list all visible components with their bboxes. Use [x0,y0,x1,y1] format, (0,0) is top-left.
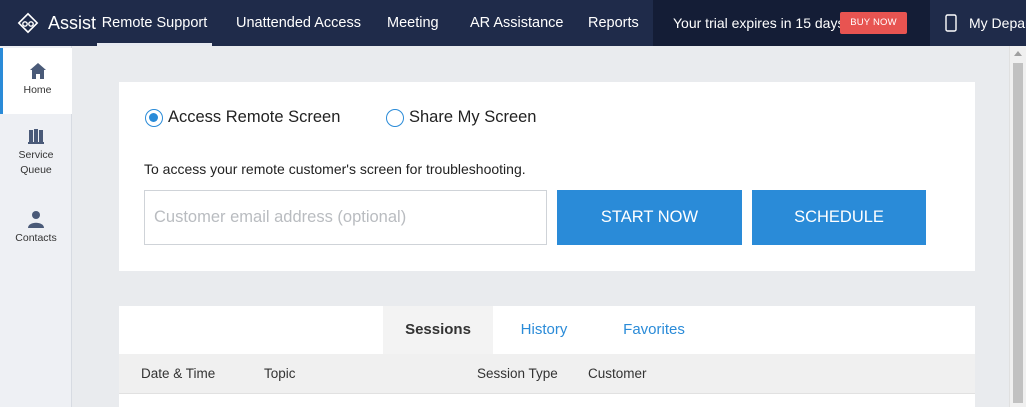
department-label: My Depar [969,15,1026,31]
schedule-button[interactable]: SCHEDULE [752,190,926,245]
tab-sessions[interactable]: Sessions [383,306,493,354]
column-session-type[interactable]: Session Type [477,354,558,394]
sidebar: Home Service Queue Contacts [0,46,72,407]
assist-logo-icon [17,12,39,34]
column-customer[interactable]: Customer [588,354,647,394]
nav-reports[interactable]: Reports [588,0,639,46]
contacts-icon [28,211,44,228]
nav-meeting[interactable]: Meeting [387,0,439,46]
column-date-time[interactable]: Date & Time [141,354,215,394]
nav-unattended-access[interactable]: Unattended Access [236,0,361,46]
sessions-card: Sessions History Favorites Date & Time T… [119,306,975,407]
radio-label: Access Remote Screen [168,108,341,126]
sidebar-item-service-queue[interactable]: Service Queue [0,128,72,188]
trial-banner: Your trial expires in 15 days. BUY NOW [653,0,930,46]
nav-remote-support[interactable]: Remote Support [97,0,212,46]
customer-email-input[interactable] [144,190,547,245]
sidebar-item-label: Contacts [15,232,57,244]
sidebar-item-home[interactable]: Home [0,48,72,114]
access-card: Access Remote Screen Share My Screen To … [119,82,975,271]
radio-access-remote-screen[interactable]: Access Remote Screen [145,108,340,127]
column-topic[interactable]: Topic [264,354,296,394]
radio-selected-icon [145,108,163,127]
vertical-scrollbar[interactable] [1009,46,1026,407]
scrollbar-thumb[interactable] [1013,63,1023,403]
start-now-button[interactable]: START NOW [557,190,742,245]
tab-favorites[interactable]: Favorites [609,306,699,354]
department-selector[interactable]: My Depar [945,0,1026,46]
top-navbar: Assist Remote Support Unattended Access … [0,0,1026,46]
radio-share-my-screen[interactable]: Share My Screen [386,108,536,127]
trial-text: Your trial expires in 15 days. [673,15,849,31]
home-icon [29,63,46,79]
buy-now-button[interactable]: BUY NOW [840,12,907,34]
service-queue-icon [28,129,44,144]
access-description: To access your remote customer's screen … [144,161,526,177]
tab-history[interactable]: History [506,306,582,354]
mobile-device-icon [945,14,957,32]
radio-label: Share My Screen [409,108,537,126]
sessions-table-header: Date & Time Topic Session Type Customer [119,354,975,394]
sidebar-item-label: Service Queue [18,149,54,176]
sidebar-item-contacts[interactable]: Contacts [0,210,72,250]
brand-logo[interactable]: Assist [16,0,96,46]
nav-ar-assistance[interactable]: AR Assistance [470,0,564,46]
radio-unselected-icon [386,108,404,127]
brand-name: Assist [48,12,97,33]
sidebar-item-label: Home [23,84,52,96]
scroll-up-icon[interactable] [1014,51,1022,56]
